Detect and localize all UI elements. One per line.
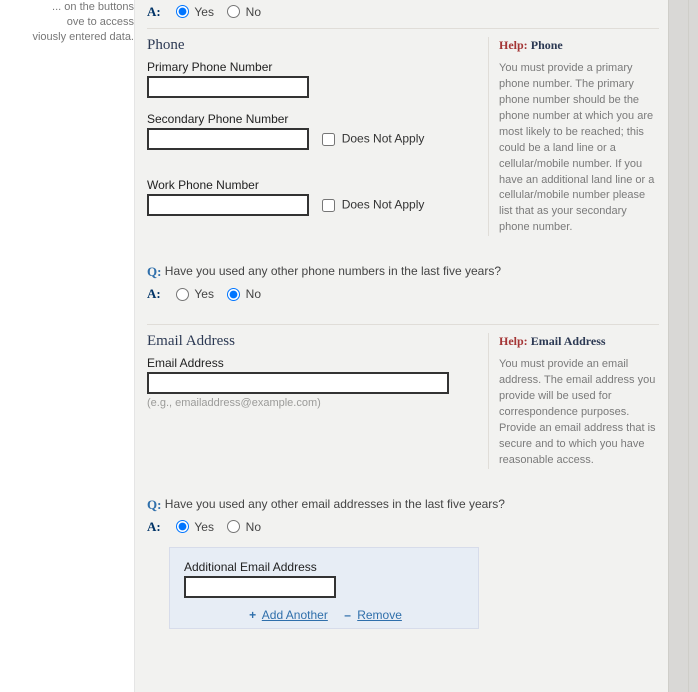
email-other-yes-radio[interactable]: [176, 520, 189, 533]
a-prefix: A:: [147, 519, 161, 534]
phone-other-yes-label: Yes: [194, 287, 214, 301]
help-subject: Email Address: [531, 334, 606, 348]
a-prefix: A:: [147, 286, 161, 301]
top-yes-label: Yes: [194, 5, 214, 19]
email-help-body: You must provide an email address. The e…: [499, 357, 659, 469]
left-hint-line: ... on the buttons: [0, 0, 134, 15]
divider: [147, 324, 659, 325]
phone-help-panel: Help: Phone You must provide a primary p…: [488, 37, 659, 236]
additional-email-panel: Additional Email Address + Add Another –…: [169, 547, 479, 629]
primary-phone-label: Primary Phone Number: [147, 60, 478, 74]
email-other-yes-label: Yes: [194, 520, 214, 534]
secondary-phone-dna-checkbox[interactable]: [322, 133, 335, 146]
phone-other-no-label: No: [246, 287, 261, 301]
email-other-no-radio[interactable]: [227, 520, 240, 533]
q-prefix: Q:: [147, 497, 161, 512]
main-content: A: Yes No Phone Primary Phone Number Sec…: [134, 0, 670, 692]
phone-section-title: Phone: [147, 37, 478, 54]
secondary-phone-label: Secondary Phone Number: [147, 112, 478, 126]
email-section-title: Email Address: [147, 333, 478, 350]
phone-help-body: You must provide a primary phone number.…: [499, 61, 659, 236]
add-another-link[interactable]: Add Another: [262, 608, 328, 622]
phone-question-text: Have you used any other phone numbers in…: [165, 264, 565, 280]
email-input[interactable]: [147, 372, 449, 394]
right-gutter: [668, 0, 698, 692]
left-hint-rail: ... on the buttons ove to access viously…: [0, 0, 140, 45]
top-no-radio[interactable]: [227, 5, 240, 18]
help-label: Help:: [499, 334, 528, 348]
minus-icon: –: [341, 608, 354, 622]
help-subject: Phone: [531, 38, 563, 52]
a-prefix: A:: [147, 4, 161, 19]
q-prefix: Q:: [147, 264, 161, 279]
top-no-label: No: [246, 5, 261, 19]
phone-other-yes-radio[interactable]: [176, 288, 189, 301]
help-label: Help:: [499, 38, 528, 52]
email-question-text: Have you used any other email addresses …: [165, 497, 565, 513]
email-help-panel: Help: Email Address You must provide an …: [488, 333, 659, 469]
work-phone-dna-label: Does Not Apply: [342, 198, 425, 212]
remove-link[interactable]: Remove: [357, 608, 402, 622]
work-phone-input[interactable]: [147, 194, 309, 216]
scrollbar-track[interactable]: [688, 0, 698, 692]
top-yes-radio[interactable]: [176, 5, 189, 18]
phone-other-no-radio[interactable]: [227, 288, 240, 301]
email-hint: (e.g., emailaddress@example.com): [147, 397, 478, 409]
plus-icon: +: [246, 608, 259, 622]
additional-email-input[interactable]: [184, 576, 336, 598]
left-hint-line: viously entered data.: [0, 30, 134, 45]
work-phone-dna-checkbox[interactable]: [322, 199, 335, 212]
email-other-no-label: No: [246, 520, 261, 534]
additional-email-label: Additional Email Address: [184, 560, 464, 574]
left-hint-line: ove to access: [0, 15, 134, 30]
primary-phone-input[interactable]: [147, 76, 309, 98]
secondary-phone-input[interactable]: [147, 128, 309, 150]
work-phone-label: Work Phone Number: [147, 178, 478, 192]
divider: [147, 28, 659, 29]
email-label: Email Address: [147, 356, 478, 370]
secondary-phone-dna-label: Does Not Apply: [342, 132, 425, 146]
